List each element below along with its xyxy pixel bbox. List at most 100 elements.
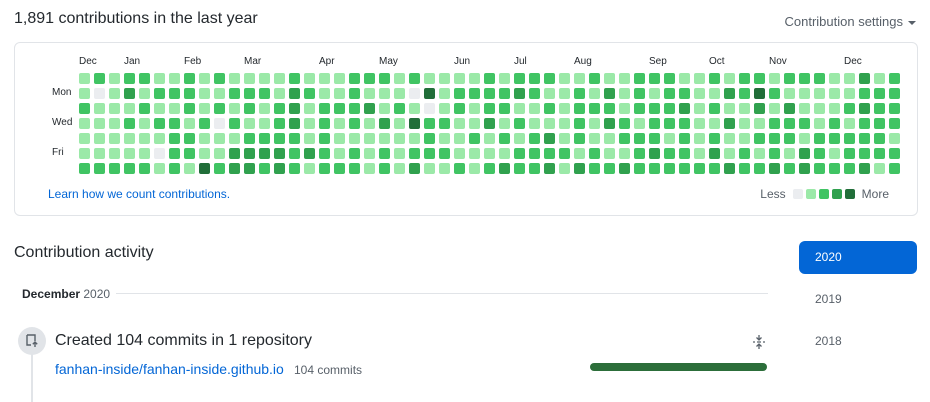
repo-link[interactable]: fanhan-inside/fanhan-inside.github.io	[55, 361, 284, 377]
contribution-day-cell[interactable]	[739, 148, 750, 159]
contribution-day-cell[interactable]	[289, 118, 300, 129]
contribution-day-cell[interactable]	[739, 103, 750, 114]
contribution-day-cell[interactable]	[199, 148, 210, 159]
contribution-day-cell[interactable]	[304, 133, 315, 144]
contribution-day-cell[interactable]	[679, 148, 690, 159]
contribution-day-cell[interactable]	[544, 118, 555, 129]
contribution-day-cell[interactable]	[424, 88, 435, 99]
contribution-day-cell[interactable]	[664, 148, 675, 159]
contribution-day-cell[interactable]	[274, 73, 285, 84]
contribution-day-cell[interactable]	[439, 73, 450, 84]
contribution-day-cell[interactable]	[439, 103, 450, 114]
contribution-day-cell[interactable]	[889, 73, 900, 84]
contribution-day-cell[interactable]	[139, 118, 150, 129]
contribution-day-cell[interactable]	[139, 148, 150, 159]
contribution-day-cell[interactable]	[424, 163, 435, 174]
contribution-day-cell[interactable]	[784, 103, 795, 114]
contribution-day-cell[interactable]	[109, 148, 120, 159]
year-2020[interactable]: 2020	[799, 241, 917, 274]
contribution-day-cell[interactable]	[94, 103, 105, 114]
contribution-day-cell[interactable]	[604, 88, 615, 99]
contribution-day-cell[interactable]	[634, 148, 645, 159]
contribution-day-cell[interactable]	[379, 133, 390, 144]
contribution-day-cell[interactable]	[394, 163, 405, 174]
contribution-day-cell[interactable]	[589, 163, 600, 174]
contribution-day-cell[interactable]	[694, 163, 705, 174]
contribution-day-cell[interactable]	[889, 133, 900, 144]
contribution-day-cell[interactable]	[304, 73, 315, 84]
contribution-day-cell[interactable]	[214, 73, 225, 84]
contribution-day-cell[interactable]	[169, 133, 180, 144]
contribution-day-cell[interactable]	[799, 118, 810, 129]
contribution-day-cell[interactable]	[334, 133, 345, 144]
contribution-day-cell[interactable]	[109, 163, 120, 174]
contribution-day-cell[interactable]	[199, 103, 210, 114]
contribution-day-cell[interactable]	[769, 118, 780, 129]
contribution-day-cell[interactable]	[814, 73, 825, 84]
contribution-day-cell[interactable]	[589, 88, 600, 99]
contribution-day-cell[interactable]	[139, 163, 150, 174]
contribution-day-cell[interactable]	[199, 163, 210, 174]
contribution-day-cell[interactable]	[94, 163, 105, 174]
contribution-day-cell[interactable]	[169, 118, 180, 129]
contribution-day-cell[interactable]	[844, 73, 855, 84]
contribution-day-cell[interactable]	[769, 103, 780, 114]
contribution-day-cell[interactable]	[289, 163, 300, 174]
contribution-day-cell[interactable]	[229, 88, 240, 99]
contribution-day-cell[interactable]	[379, 163, 390, 174]
contribution-day-cell[interactable]	[814, 88, 825, 99]
contribution-day-cell[interactable]	[619, 118, 630, 129]
contribution-day-cell[interactable]	[574, 88, 585, 99]
contribution-day-cell[interactable]	[259, 103, 270, 114]
contribution-day-cell[interactable]	[679, 73, 690, 84]
contribution-day-cell[interactable]	[139, 88, 150, 99]
contribution-day-cell[interactable]	[94, 118, 105, 129]
contribution-day-cell[interactable]	[874, 133, 885, 144]
contribution-day-cell[interactable]	[409, 103, 420, 114]
contribution-day-cell[interactable]	[349, 163, 360, 174]
contribution-day-cell[interactable]	[319, 148, 330, 159]
contribution-day-cell[interactable]	[124, 163, 135, 174]
contribution-day-cell[interactable]	[469, 148, 480, 159]
contribution-day-cell[interactable]	[394, 73, 405, 84]
contribution-day-cell[interactable]	[79, 133, 90, 144]
contribution-day-cell[interactable]	[679, 163, 690, 174]
contribution-day-cell[interactable]	[799, 163, 810, 174]
contribution-day-cell[interactable]	[814, 163, 825, 174]
contribution-day-cell[interactable]	[649, 148, 660, 159]
contribution-day-cell[interactable]	[514, 73, 525, 84]
contribution-day-cell[interactable]	[799, 133, 810, 144]
contribution-day-cell[interactable]	[514, 163, 525, 174]
learn-contributions-link[interactable]: Learn how we count contributions.	[48, 187, 230, 201]
contribution-day-cell[interactable]	[394, 148, 405, 159]
contribution-day-cell[interactable]	[349, 103, 360, 114]
contribution-day-cell[interactable]	[139, 133, 150, 144]
contribution-day-cell[interactable]	[604, 118, 615, 129]
contribution-day-cell[interactable]	[139, 73, 150, 84]
contribution-day-cell[interactable]	[124, 133, 135, 144]
contribution-day-cell[interactable]	[634, 73, 645, 84]
contribution-day-cell[interactable]	[634, 103, 645, 114]
contribution-day-cell[interactable]	[169, 73, 180, 84]
contribution-day-cell[interactable]	[184, 118, 195, 129]
contribution-day-cell[interactable]	[379, 118, 390, 129]
contribution-day-cell[interactable]	[154, 73, 165, 84]
contribution-day-cell[interactable]	[409, 163, 420, 174]
contribution-day-cell[interactable]	[664, 73, 675, 84]
contribution-day-cell[interactable]	[94, 148, 105, 159]
contribution-day-cell[interactable]	[844, 118, 855, 129]
contribution-day-cell[interactable]	[559, 103, 570, 114]
contribution-day-cell[interactable]	[529, 103, 540, 114]
contribution-day-cell[interactable]	[424, 148, 435, 159]
contribution-day-cell[interactable]	[454, 103, 465, 114]
contribution-day-cell[interactable]	[109, 73, 120, 84]
contribution-day-cell[interactable]	[589, 103, 600, 114]
contribution-day-cell[interactable]	[349, 118, 360, 129]
contribution-day-cell[interactable]	[274, 88, 285, 99]
contribution-day-cell[interactable]	[349, 148, 360, 159]
contribution-day-cell[interactable]	[169, 88, 180, 99]
contribution-day-cell[interactable]	[874, 148, 885, 159]
contribution-day-cell[interactable]	[319, 133, 330, 144]
contribution-day-cell[interactable]	[874, 163, 885, 174]
contribution-day-cell[interactable]	[319, 118, 330, 129]
